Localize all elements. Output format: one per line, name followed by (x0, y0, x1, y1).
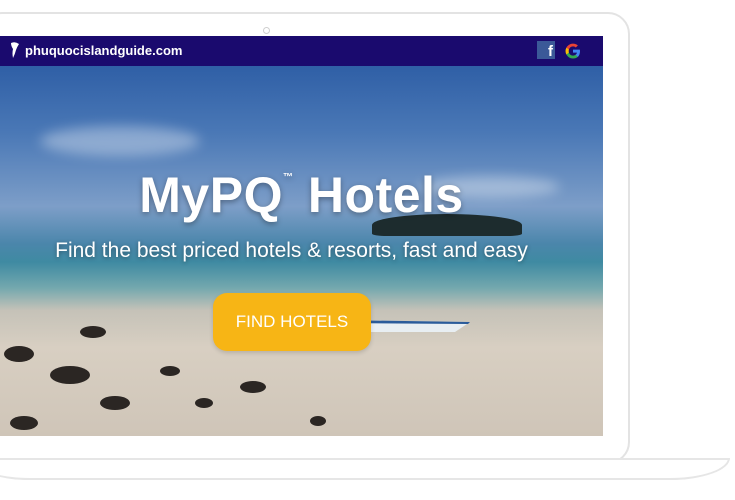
trademark-symbol: ™ (282, 172, 294, 183)
laptop-camera (263, 27, 270, 34)
hero-tagline: Find the best priced hotels & resorts, f… (55, 239, 528, 262)
social-links: f (537, 41, 583, 61)
facebook-icon[interactable]: f (537, 41, 555, 59)
site-logo-link[interactable]: phuquocislandguide.com (9, 41, 182, 59)
rock-shape (80, 326, 106, 338)
hero-title-suffix: Hotels (307, 167, 464, 223)
rock-shape (240, 381, 266, 393)
google-icon[interactable] (563, 41, 583, 61)
rock-shape (160, 366, 180, 376)
rock-shape (195, 398, 213, 408)
hero-title-brand: MyPQ (139, 167, 283, 223)
island-logo-icon (11, 42, 19, 58)
rock-shape (310, 416, 326, 426)
rock-shape (4, 346, 34, 362)
find-hotels-button[interactable]: FIND HOTELS (213, 293, 371, 351)
cloud-shape (40, 126, 200, 156)
site-name: phuquocislandguide.com (25, 42, 183, 58)
laptop-base (0, 458, 730, 480)
hero-title: MyPQ™ Hotels (0, 166, 603, 224)
rock-shape (10, 416, 38, 430)
rock-shape (100, 396, 130, 410)
rock-shape (50, 366, 90, 384)
laptop-screen: phuquocislandguide.com f MyPQ™ Hotels Fi… (0, 36, 603, 436)
site-header: phuquocislandguide.com f (0, 36, 603, 66)
